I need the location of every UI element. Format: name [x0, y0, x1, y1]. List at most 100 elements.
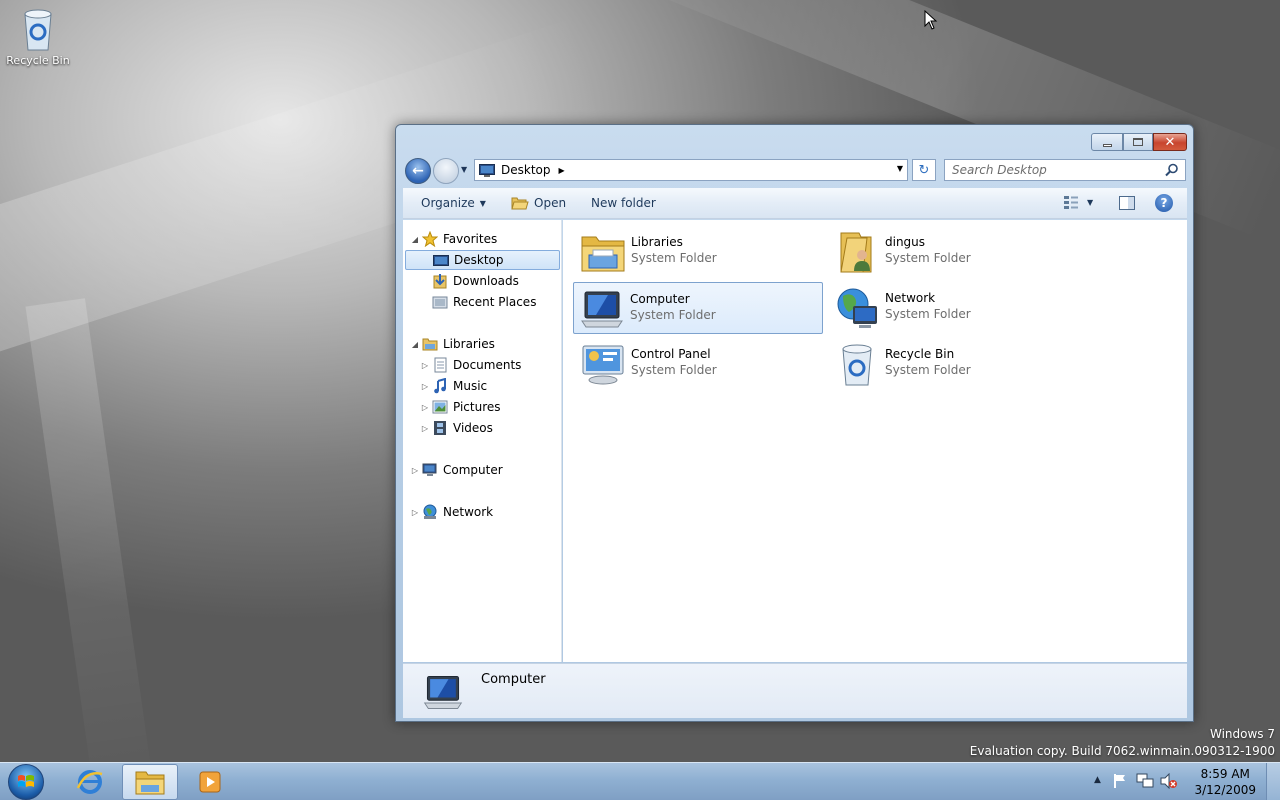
taskbar-windows-explorer[interactable] [122, 764, 178, 800]
organize-label: Organize [421, 196, 475, 210]
item-type: System Folder [885, 307, 971, 321]
address-bar[interactable]: Desktop ▶ ▼ [474, 159, 908, 181]
caption-buttons: ✕ [1091, 133, 1187, 151]
taskbar: ▲ 8:59 AM 3/12/2009 [0, 762, 1280, 800]
clock-time: 8:59 AM [1200, 767, 1250, 781]
recent-pages-dropdown[interactable]: ▼ [461, 165, 467, 174]
item-type: System Folder [631, 251, 717, 265]
search-icon[interactable] [1165, 163, 1179, 177]
item-name: dingus [885, 235, 926, 249]
item-control-panel[interactable]: Control Panel System Folder [575, 338, 825, 390]
nav-libraries-label: Libraries [443, 337, 495, 351]
maximize-icon [1133, 138, 1143, 146]
nav-favorites[interactable]: ◢ Favorites [403, 229, 560, 249]
expanded-triangle-icon[interactable]: ◢ [410, 235, 420, 244]
volume-muted-icon[interactable] [1160, 773, 1178, 789]
minimize-button[interactable] [1091, 133, 1123, 151]
show-hidden-icons-chevron-icon[interactable]: ▲ [1094, 775, 1101, 785]
nav-item-label: Documents [453, 358, 522, 372]
action-center-flag-icon[interactable] [1112, 773, 1128, 789]
item-libraries[interactable]: Libraries System Folder [575, 226, 825, 278]
search-box[interactable] [944, 159, 1186, 181]
address-location[interactable]: Desktop [501, 163, 551, 177]
preview-pane-icon[interactable] [1119, 196, 1135, 210]
nav-item-label: Downloads [453, 274, 519, 288]
open-button[interactable]: Open [511, 196, 566, 210]
help-icon[interactable]: ? [1155, 194, 1173, 212]
clock[interactable]: 8:59 AM 3/12/2009 [1194, 766, 1256, 798]
show-desktop-button[interactable] [1266, 763, 1280, 800]
collapsed-triangle-icon[interactable]: ▷ [410, 466, 420, 475]
watermark-line1: Windows 7 [1209, 727, 1275, 741]
maximize-button[interactable] [1123, 133, 1153, 151]
file-list: Libraries System Folder dingus System Fo… [563, 220, 1187, 662]
nav-item-downloads[interactable]: Downloads [403, 271, 560, 291]
new-folder-label: New folder [591, 196, 656, 210]
control-panel-icon [582, 345, 624, 385]
nav-item-videos[interactable]: ▷ Videos [403, 418, 560, 438]
collapsed-triangle-icon[interactable]: ▷ [420, 403, 430, 412]
desktop-icon-label: Recycle Bin [6, 54, 70, 67]
item-name: Control Panel [631, 347, 711, 361]
nav-item-label: Pictures [453, 400, 501, 414]
explorer-window[interactable]: ✕ ← ▼ Desktop ▶ ▼ ↻ Organize ▼ [395, 124, 1194, 722]
folder-libraries-icon [135, 771, 165, 795]
refresh-icon: ↻ [918, 162, 930, 178]
expanded-triangle-icon[interactable]: ◢ [410, 340, 420, 349]
forward-button[interactable] [433, 158, 459, 184]
command-bar: Organize ▼ Open New folder ▼ ? [403, 188, 1187, 219]
nav-item-recent-places[interactable]: Recent Places [403, 292, 560, 312]
nav-item-desktop[interactable]: Desktop [405, 250, 560, 270]
item-computer[interactable]: Computer System Folder [573, 282, 823, 334]
nav-item-documents[interactable]: ▷ Documents [403, 355, 560, 375]
item-network[interactable]: Network System Folder [829, 282, 1079, 334]
downloads-icon [433, 274, 447, 289]
nav-libraries[interactable]: ◢ Libraries [403, 334, 560, 354]
desktop-location-icon [479, 163, 495, 177]
nav-item-label: Desktop [454, 253, 504, 267]
change-view-button[interactable]: ▼ [1063, 195, 1093, 209]
mouse-cursor-icon [924, 10, 938, 30]
collapsed-triangle-icon[interactable]: ▷ [420, 361, 430, 370]
details-item-name: Computer [481, 672, 546, 687]
breadcrumb-chevron-icon[interactable]: ▶ [559, 166, 565, 175]
close-button[interactable]: ✕ [1153, 133, 1187, 151]
address-dropdown-icon[interactable]: ▼ [897, 164, 903, 173]
item-recycle-bin[interactable]: Recycle Bin System Folder [829, 338, 1079, 390]
new-folder-button[interactable]: New folder [591, 196, 656, 210]
item-type: System Folder [885, 251, 971, 265]
refresh-button[interactable]: ↻ [912, 159, 936, 181]
windows-build-watermark: Windows 7 Evaluation copy. Build 7062.wi… [970, 726, 1275, 760]
collapsed-triangle-icon[interactable]: ▷ [410, 508, 420, 517]
open-label: Open [534, 196, 567, 210]
item-name: Computer [630, 292, 690, 306]
back-button[interactable]: ← [405, 158, 431, 184]
nav-item-music[interactable]: ▷ Music [403, 376, 560, 396]
media-player-icon [199, 771, 221, 793]
nav-item-label: Videos [453, 421, 493, 435]
taskbar-internet-explorer[interactable] [62, 764, 118, 800]
taskbar-media-player[interactable] [182, 764, 238, 800]
libraries-icon [422, 338, 438, 351]
desktop-icon-recycle-bin[interactable]: Recycle Bin [4, 6, 72, 67]
item-dingus[interactable]: dingus System Folder [829, 226, 1079, 278]
recent-places-icon [432, 296, 448, 309]
computer-icon [422, 463, 437, 476]
nav-network[interactable]: ▷ Network [403, 502, 560, 522]
nav-computer[interactable]: ▷ Computer [403, 460, 560, 480]
nav-item-pictures[interactable]: ▷ Pictures [403, 397, 560, 417]
start-button[interactable] [6, 763, 46, 800]
search-input[interactable] [952, 163, 1152, 177]
favorites-star-icon [422, 231, 438, 247]
view-options-icon [1064, 196, 1078, 209]
collapsed-triangle-icon[interactable]: ▷ [420, 382, 430, 391]
nav-favorites-label: Favorites [443, 232, 498, 246]
windows-flag-icon [18, 775, 34, 787]
organize-button[interactable]: Organize ▼ [421, 196, 486, 210]
navigation-bar: ← ▼ Desktop ▶ ▼ ↻ [404, 157, 1186, 185]
network-status-icon[interactable] [1136, 773, 1154, 789]
collapsed-triangle-icon[interactable]: ▷ [420, 424, 430, 433]
watermark-line2: Evaluation copy. Build 7062.winmain.0903… [969, 744, 1275, 758]
network-icon [423, 504, 437, 519]
chevron-down-icon: ▼ [479, 198, 486, 208]
